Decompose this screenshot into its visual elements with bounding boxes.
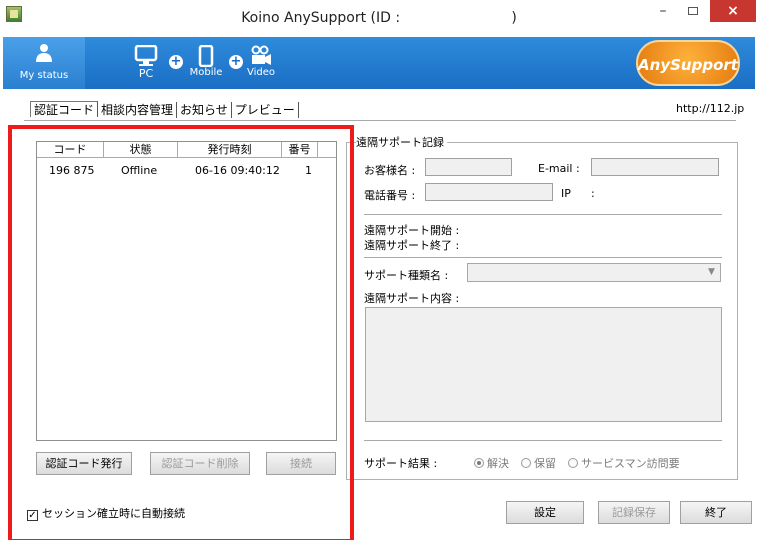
auto-connect-checkbox[interactable]: ✓ セッション確立時に自動接続 — [27, 505, 185, 521]
tab-consultation[interactable]: 相談内容管理 — [98, 102, 178, 118]
video-camera-icon — [251, 45, 271, 65]
checkbox-checked-icon: ✓ — [27, 510, 38, 521]
list-header: コード 状態 発行時刻 番号 — [37, 142, 336, 158]
customer-name-label: お客様名 : — [364, 164, 416, 177]
phone-field[interactable] — [425, 183, 553, 201]
cell-number: 1 — [305, 164, 312, 177]
separator — [364, 214, 722, 215]
column-issue-time[interactable]: 発行時刻 — [178, 142, 282, 157]
save-record-button[interactable]: 記録保存 — [598, 501, 670, 524]
issue-code-button[interactable]: 認証コード発行 — [36, 452, 132, 475]
tab-preview[interactable]: プレビュー — [232, 102, 299, 118]
maximize-button[interactable] — [680, 0, 706, 22]
maximize-icon — [688, 7, 698, 15]
result-pending-radio[interactable]: 保留 — [521, 455, 556, 471]
settings-button[interactable]: 設定 — [506, 501, 584, 524]
result-resolved-radio[interactable]: 解決 — [474, 455, 509, 471]
mobile-button[interactable]: Mobile — [186, 44, 226, 78]
pc-button[interactable]: PC — [131, 44, 161, 80]
video-label: Video — [246, 67, 276, 78]
radio-icon — [568, 458, 578, 468]
connect-button[interactable]: 接続 — [266, 452, 336, 475]
tab-auth-code[interactable]: 認証コード — [30, 101, 99, 117]
window-title: Koino AnySupport (ID : ) — [241, 10, 517, 26]
anysupport-logo: AnySupport — [636, 40, 740, 86]
chevron-down-icon: ▼ — [708, 267, 715, 277]
column-code[interactable]: コード — [37, 142, 104, 157]
server-url[interactable]: http://112.jp — [676, 102, 744, 115]
group-title: 遠隔サポート記録 — [356, 134, 447, 150]
radio-selected-icon — [474, 458, 484, 468]
radio-icon — [521, 458, 531, 468]
customer-name-field[interactable] — [425, 158, 512, 176]
delete-code-button[interactable]: 認証コード削除 — [150, 452, 250, 475]
cell-code: 196 875 — [49, 164, 95, 177]
table-row[interactable]: 196 875 Offline 06-16 09:40:12 1 — [37, 163, 336, 179]
auth-code-list[interactable]: コード 状態 発行時刻 番号 196 875 Offline 06-16 09:… — [36, 141, 337, 441]
support-content-textarea[interactable] — [365, 307, 722, 422]
tab-bar: 認証コード 相談内容管理 お知らせ プレビュー — [30, 101, 299, 118]
video-button[interactable]: Video — [243, 45, 279, 78]
tab-panel-border — [24, 120, 736, 121]
ip-value: : — [591, 187, 595, 200]
pc-label: PC — [138, 67, 154, 80]
support-result-label: サポート結果 : — [364, 457, 438, 470]
support-end-label: 遠隔サポート終了 : — [364, 239, 460, 252]
auto-connect-label: セッション確立時に自動接続 — [42, 507, 185, 520]
main-toolbar: My status PC + Mobile + Video AnySupport — [3, 37, 755, 89]
mobile-icon — [198, 44, 214, 68]
my-status-label: My status — [19, 70, 69, 81]
email-label: E-mail : — [538, 162, 580, 175]
result-visit-radio[interactable]: サービスマン訪問要 — [568, 455, 680, 471]
radio-label: サービスマン訪問要 — [581, 457, 680, 470]
column-status[interactable]: 状態 — [104, 142, 178, 157]
separator — [364, 257, 722, 258]
exit-button[interactable]: 終了 — [680, 501, 752, 524]
tab-notice[interactable]: お知らせ — [177, 102, 232, 118]
ip-label: IP — [561, 187, 571, 200]
plus-icon: + — [229, 54, 243, 69]
email-field[interactable] — [591, 158, 719, 176]
support-start-label: 遠隔サポート開始 : — [364, 224, 460, 237]
radio-label: 解決 — [487, 457, 509, 470]
cell-status: Offline — [121, 164, 158, 177]
support-type-select[interactable]: ▼ — [467, 263, 721, 282]
phone-label: 電話番号 : — [364, 189, 416, 202]
title-bar: Koino AnySupport (ID : ) – × — [0, 0, 758, 34]
plus-icon: + — [169, 54, 183, 69]
column-number[interactable]: 番号 — [282, 142, 318, 157]
mobile-label: Mobile — [189, 67, 223, 78]
person-icon — [36, 44, 52, 62]
my-status-tab[interactable]: My status — [3, 37, 85, 89]
monitor-icon — [134, 44, 158, 66]
radio-label: 保留 — [534, 457, 556, 470]
separator — [364, 440, 722, 441]
minimize-button[interactable]: – — [650, 0, 676, 22]
support-type-label: サポート種類名 : — [364, 269, 449, 282]
cell-time: 06-16 09:40:12 — [195, 164, 280, 177]
support-content-label: 遠隔サポート内容 : — [364, 292, 460, 305]
close-button[interactable]: × — [710, 0, 756, 22]
